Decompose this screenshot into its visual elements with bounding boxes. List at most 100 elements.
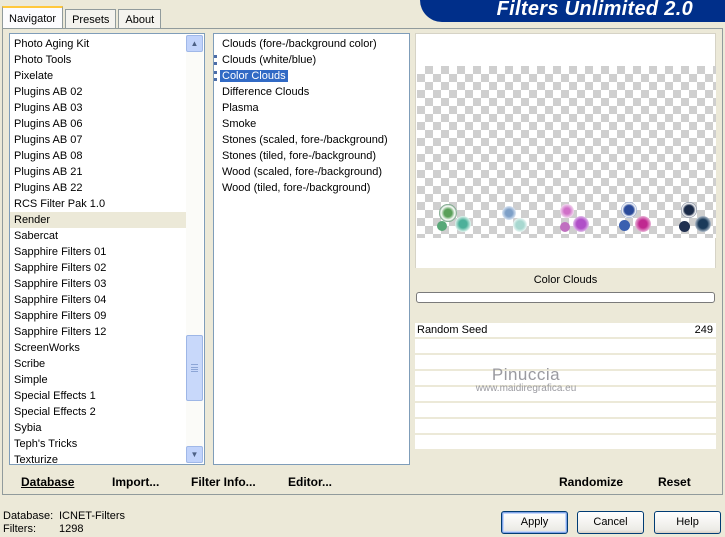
database-link-label: Database [21, 475, 75, 489]
parameter-row[interactable] [415, 387, 716, 403]
category-item[interactable]: Plugins AB 22 [10, 180, 186, 196]
title-banner: Filters Unlimited 2.0 [420, 0, 725, 22]
category-rows: Photo Aging Kit Photo Tools Pixelate Plugin… [10, 36, 186, 468]
help-button[interactable]: Help [654, 511, 721, 534]
category-item[interactable]: ScreenWorks [10, 340, 186, 356]
category-item[interactable]: Sapphire Filters 04 [10, 292, 186, 308]
category-item[interactable]: Render [10, 212, 186, 228]
scroll-up-button[interactable]: ▲ [186, 35, 203, 52]
filter-item[interactable]: Clouds (white/blue) [214, 52, 408, 68]
status-filters: Filters: 1298 [3, 523, 125, 536]
category-item[interactable]: Plugins AB 06 [10, 116, 186, 132]
category-item[interactable]: Sapphire Filters 09 [10, 308, 186, 324]
preview-blob [679, 221, 690, 232]
tab-about[interactable]: About [118, 9, 162, 28]
filter-item[interactable]: Wood (scaled, fore-/background) [218, 164, 408, 180]
editor-link[interactable]: Editor... [288, 475, 332, 489]
filter-item[interactable]: Stones (scaled, fore-/background) [218, 132, 408, 148]
grip-icon [191, 364, 198, 372]
filter-rows: Clouds (fore-/background color) Clouds (w… [214, 36, 408, 196]
parameter-row[interactable]: Random Seed 249 [415, 323, 716, 339]
preview-blob [619, 220, 630, 231]
preview-blob [560, 204, 574, 218]
category-list[interactable]: Photo Aging Kit Photo Tools Pixelate Plugin… [9, 33, 205, 468]
preview-image [417, 66, 716, 238]
reset-link-label: Reset [658, 475, 691, 489]
parameter-row[interactable] [415, 355, 716, 371]
preview-blob [573, 216, 589, 232]
filter-item[interactable]: Color Clouds [214, 68, 408, 84]
category-item[interactable]: Special Effects 1 [10, 388, 186, 404]
filter-info-link[interactable]: Filter Info... [191, 475, 256, 489]
tab-navigator[interactable]: Navigator [2, 6, 64, 28]
category-item[interactable]: Plugins AB 03 [10, 100, 186, 116]
filter-item[interactable]: Smoke [218, 116, 408, 132]
category-item[interactable]: Photo Aging Kit [10, 36, 186, 52]
chevron-up-icon: ▲ [190, 39, 199, 48]
scroll-down-button[interactable]: ▼ [186, 446, 203, 463]
category-item[interactable]: Sapphire Filters 03 [10, 276, 186, 292]
filter-list[interactable]: Clouds (fore-/background color) Clouds (w… [213, 33, 410, 465]
parameter-row[interactable] [415, 403, 716, 419]
category-item[interactable]: Sapphire Filters 01 [10, 244, 186, 260]
category-item[interactable]: Plugins AB 21 [10, 164, 186, 180]
category-item[interactable]: Sapphire Filters 12 [10, 324, 186, 340]
category-item[interactable]: RCS Filter Pak 1.0 [10, 196, 186, 212]
category-item[interactable]: Simple [10, 372, 186, 388]
apply-button[interactable]: Apply [501, 511, 568, 534]
preview-blob [621, 202, 637, 218]
filter-info-link-label: Filter Info... [191, 475, 256, 489]
parameter-row[interactable] [415, 339, 716, 355]
status-database: Database: ICNET-Filters [3, 510, 125, 523]
import-link[interactable]: Import... [112, 475, 159, 489]
category-item[interactable]: Pixelate [10, 68, 186, 84]
favorite-marker-icon [214, 71, 217, 81]
status-database-label: Database: [3, 510, 54, 522]
tab-presets[interactable]: Presets [65, 9, 117, 28]
preview-blob [695, 216, 711, 232]
preview-blob [681, 202, 697, 218]
filter-item-label: Wood (scaled, fore-/background) [222, 166, 382, 178]
status-filters-value: 1298 [59, 523, 84, 535]
filter-item-label: Wood (tiled, fore-/background) [222, 182, 371, 194]
cancel-button[interactable]: Cancel [577, 511, 644, 534]
database-link[interactable]: Database [21, 475, 74, 489]
category-item[interactable]: Special Effects 2 [10, 404, 186, 420]
category-item[interactable]: Sybia [10, 420, 186, 436]
parameter-row[interactable] [415, 435, 716, 451]
parameter-name: Random Seed [417, 324, 488, 336]
preview-blob [455, 216, 471, 232]
filter-item[interactable]: Stones (tiled, fore-/background) [218, 148, 408, 164]
category-item[interactable]: Photo Tools [10, 52, 186, 68]
filter-item[interactable]: Plasma [218, 100, 408, 116]
filter-item-label: Color Clouds [220, 70, 288, 82]
selected-filter-name: Color Clouds [415, 268, 716, 292]
preview-blob [439, 204, 457, 222]
parameter-value: 249 [694, 324, 713, 336]
scroll-thumb[interactable] [186, 335, 203, 401]
category-item[interactable]: Plugins AB 02 [10, 84, 186, 100]
category-item[interactable]: Sapphire Filters 02 [10, 260, 186, 276]
filter-item[interactable]: Difference Clouds [218, 84, 408, 100]
category-item[interactable]: Sabercat [10, 228, 186, 244]
category-item[interactable]: Plugins AB 08 [10, 148, 186, 164]
category-item[interactable]: Scribe [10, 356, 186, 372]
filter-item-label: Smoke [222, 118, 257, 130]
filter-item[interactable]: Wood (tiled, fore-/background) [218, 180, 408, 196]
filter-item-label: Clouds (fore-/background color) [222, 38, 377, 50]
category-item[interactable]: Teph's Tricks [10, 436, 186, 452]
filter-item[interactable]: Clouds (fore-/background color) [218, 36, 408, 52]
status-info: Database: ICNET-Filters Filters: 1298 [3, 510, 125, 536]
category-scrollbar[interactable]: ▲ ▼ [186, 35, 203, 463]
preview-blob [437, 221, 447, 231]
randomize-link[interactable]: Randomize [559, 475, 623, 489]
filter-item-label: Difference Clouds [222, 86, 310, 98]
import-link-label: Import... [112, 475, 160, 489]
parameter-row[interactable] [415, 371, 716, 387]
category-item[interactable]: Texturize [10, 452, 186, 468]
favorite-marker-icon [214, 55, 217, 65]
category-item[interactable]: Plugins AB 07 [10, 132, 186, 148]
preview-blob [635, 216, 651, 232]
reset-link[interactable]: Reset [658, 475, 691, 489]
parameter-row[interactable] [415, 419, 716, 435]
